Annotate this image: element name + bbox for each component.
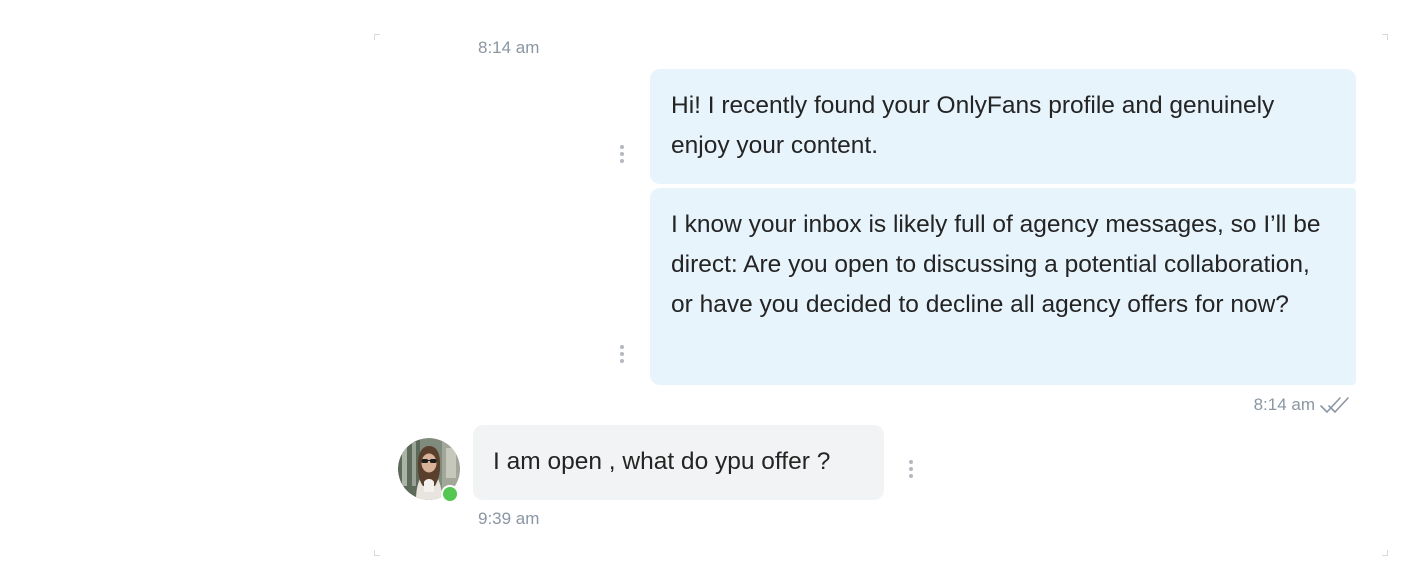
outgoing-message-meta: 8:14 am: [1254, 393, 1352, 417]
message-text: I know your inbox is likely full of agen…: [671, 211, 1321, 318]
panel-corner: [1382, 550, 1388, 556]
message-text: Hi! I recently found your OnlyFans profi…: [671, 92, 1275, 159]
panel-corner: [1382, 34, 1388, 40]
previous-message-time: 8:14 am: [478, 38, 540, 57]
double-check-icon: [1320, 397, 1349, 413]
message-options-button[interactable]: [615, 341, 629, 367]
chat-message-list[interactable]: 8:14 am Hi! I recently found your OnlyFa…: [374, 34, 1388, 556]
message-options-button[interactable]: [904, 456, 918, 482]
message-time: 8:14 am: [1253, 395, 1315, 414]
incoming-message-time: 9:39 am: [478, 509, 540, 528]
panel-corner: [374, 550, 380, 556]
panel-corner: [374, 34, 380, 40]
outgoing-message-bubble[interactable]: I know your inbox is likely full of agen…: [650, 188, 1356, 385]
incoming-message-bubble[interactable]: I am open , what do ypu offer ?: [473, 425, 884, 500]
online-status-indicator: [441, 485, 459, 503]
message-options-button[interactable]: [615, 141, 629, 167]
message-text: I am open , what do ypu offer ?: [493, 448, 831, 475]
outgoing-message-bubble[interactable]: Hi! I recently found your OnlyFans profi…: [650, 69, 1356, 184]
sender-avatar[interactable]: [398, 438, 460, 503]
